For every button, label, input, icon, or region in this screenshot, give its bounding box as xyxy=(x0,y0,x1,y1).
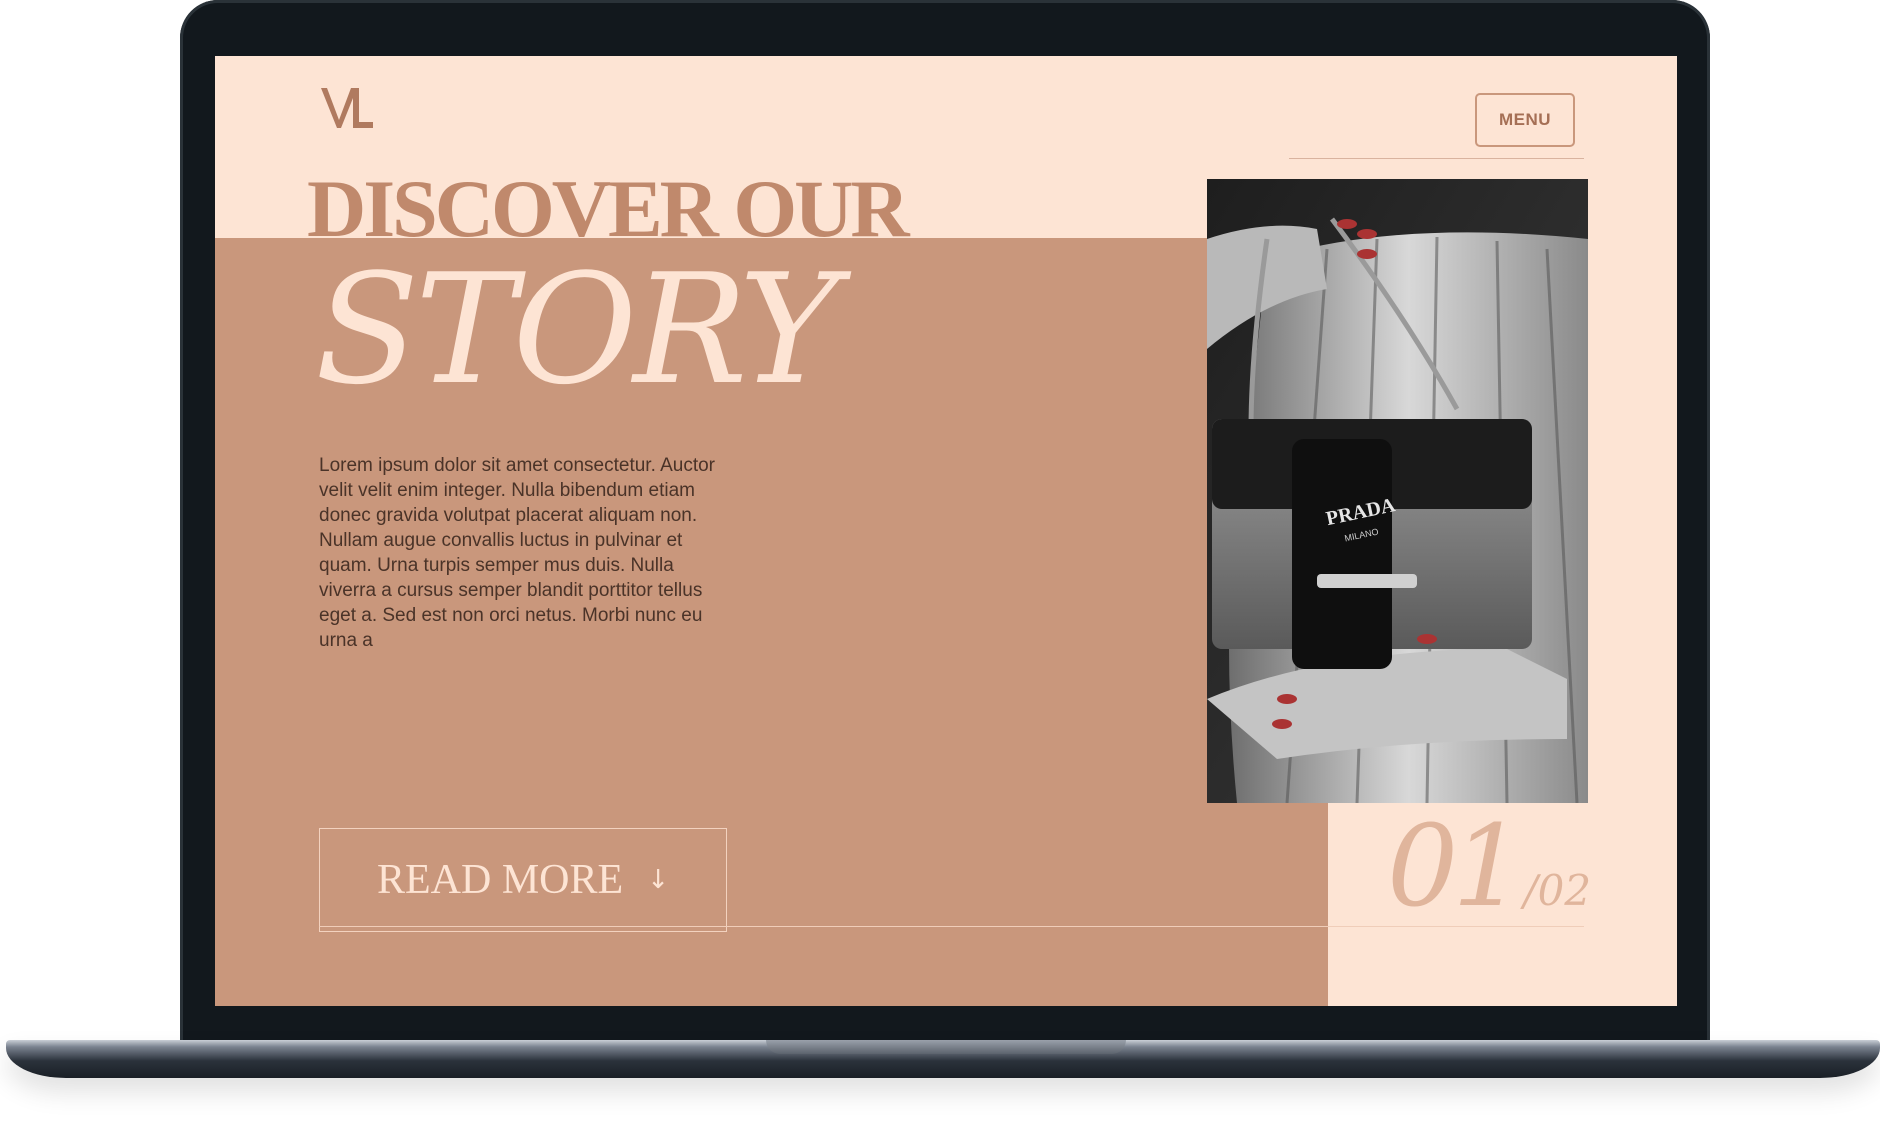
hero-body-text: Lorem ipsum dolor sit amet consectetur. … xyxy=(319,455,716,651)
slide-current: 01 xyxy=(1387,802,1523,932)
website-screen: MENU DISCOVER OUR STORY Lorem ipsum dolo… xyxy=(215,56,1677,1006)
monogram-icon xyxy=(321,88,373,128)
slide-counter: 01/02 xyxy=(1387,811,1591,923)
arrow-down-icon: ↓ xyxy=(647,865,669,895)
read-more-button[interactable]: READ MORE ↓ xyxy=(319,828,727,932)
brand-logo[interactable] xyxy=(319,84,375,132)
menu-button[interactable]: MENU xyxy=(1475,93,1575,147)
read-more-label: READ MORE xyxy=(377,857,624,903)
laptop-notch xyxy=(766,1040,1126,1054)
slide-total: /02 xyxy=(1523,866,1592,915)
headline-top: DISCOVER OUR xyxy=(307,163,910,254)
headline-main: STORY xyxy=(315,241,839,418)
header-divider xyxy=(1289,158,1584,159)
handbag-image: PRADA MILANO xyxy=(1207,179,1588,803)
handbag-photo: PRADA MILANO xyxy=(1207,179,1588,803)
